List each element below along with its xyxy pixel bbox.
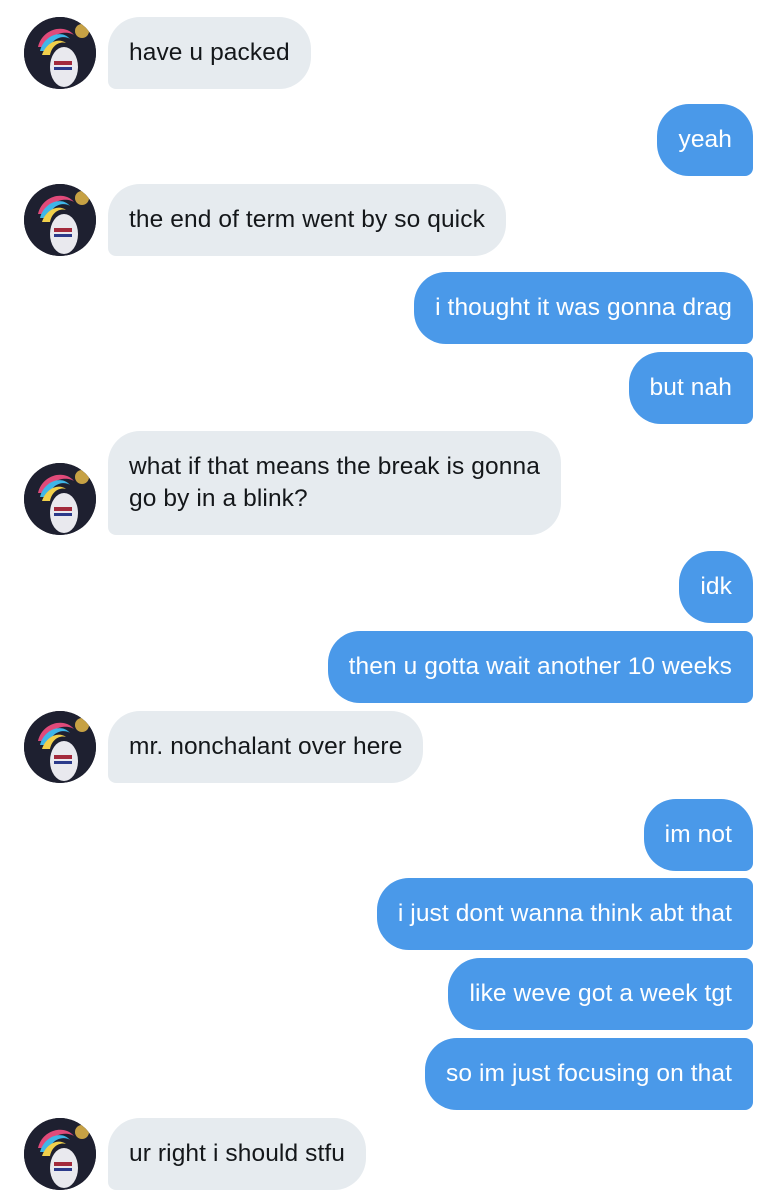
incoming-message[interactable]: ur right i should stfu [108, 1118, 367, 1190]
outgoing-message[interactable]: idk [679, 551, 753, 623]
message-text: but nah [649, 374, 732, 401]
message-text-line: go by in a blink? [129, 485, 308, 512]
message-text: im not [664, 821, 732, 848]
outgoing-message[interactable]: i thought it was gonna drag [414, 272, 753, 344]
avatar-photo-icon [24, 184, 96, 256]
message-text: idk [700, 573, 732, 600]
outgoing-message[interactable]: yeah [657, 104, 753, 176]
incoming-message[interactable]: mr. nonchalant over here [108, 711, 424, 783]
message-text: then u gotta wait another 10 weeks [348, 653, 732, 680]
avatar-photo-icon [24, 17, 96, 89]
contact-avatar[interactable] [24, 463, 96, 535]
message-text-line: what if that means the break is gonna [129, 453, 540, 480]
outgoing-message[interactable]: but nah [628, 352, 753, 424]
message-text: i thought it was gonna drag [435, 294, 732, 321]
message-text: like weve got a week tgt [469, 980, 732, 1007]
contact-avatar[interactable] [24, 17, 96, 89]
incoming-message[interactable]: the end of term went by so quick [108, 184, 506, 256]
incoming-message[interactable]: have u packed [108, 17, 311, 89]
message-text: ur right i should stfu [129, 1140, 346, 1167]
outgoing-message[interactable]: like weve got a week tgt [448, 958, 753, 1030]
avatar-photo-icon [24, 1118, 96, 1190]
contact-avatar[interactable] [24, 1118, 96, 1190]
message-text: have u packed [129, 39, 290, 66]
message-text: mr. nonchalant over here [129, 733, 403, 760]
outgoing-message[interactable]: i just dont wanna think abt that [376, 878, 753, 950]
contact-avatar[interactable] [24, 711, 96, 783]
avatar-photo-icon [24, 711, 96, 783]
message-text: i just dont wanna think abt that [397, 900, 732, 927]
message-text: yeah [678, 126, 732, 153]
contact-avatar[interactable] [24, 184, 96, 256]
outgoing-message[interactable]: then u gotta wait another 10 weeks [327, 631, 753, 703]
outgoing-message[interactable]: so im just focusing on that [425, 1038, 753, 1110]
message-text: so im just focusing on that [446, 1060, 732, 1087]
message-text: the end of term went by so quick [129, 206, 485, 233]
incoming-message[interactable]: what if that means the break is gonna go… [108, 431, 561, 535]
outgoing-message[interactable]: im not [643, 799, 753, 871]
avatar-photo-icon [24, 463, 96, 535]
message-thread: have u packed yeah the end of term went … [0, 0, 777, 1200]
